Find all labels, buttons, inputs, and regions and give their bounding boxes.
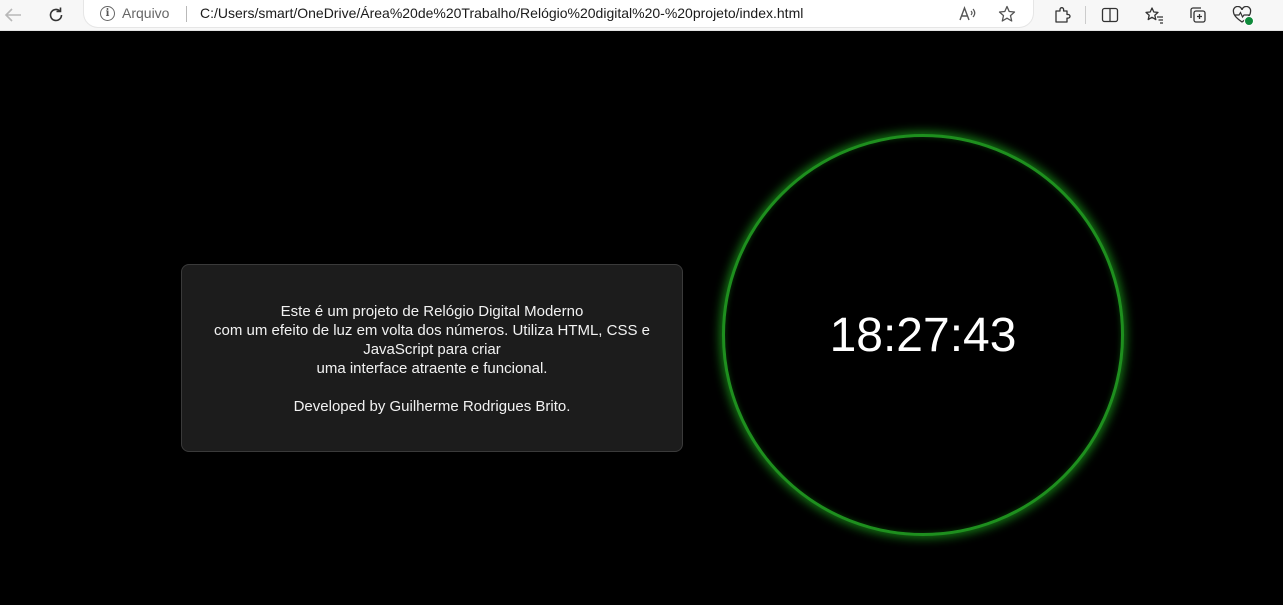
- project-description-card: Este é um projeto de Relógio Digital Mod…: [181, 264, 683, 452]
- site-info-label: Arquivo: [122, 5, 170, 21]
- status-badge: [1244, 16, 1254, 26]
- back-arrow-icon[interactable]: [0, 3, 26, 27]
- description-line: JavaScript para criar: [363, 341, 501, 358]
- clock-glow-ring: 18:27:43: [722, 134, 1124, 536]
- refresh-icon[interactable]: [43, 3, 69, 27]
- address-separator: [186, 6, 187, 22]
- extensions-icon[interactable]: [1049, 3, 1075, 27]
- description-line: com um efeito de luz em volta dos número…: [214, 322, 650, 339]
- developer-credit: Developed by Guilherme Rodrigues Brito.: [293, 398, 571, 415]
- site-info-button[interactable]: i Arquivo: [100, 4, 169, 22]
- description-line: uma interface atraente e funcional.: [316, 360, 548, 377]
- favorites-icon[interactable]: [1141, 3, 1167, 27]
- favorite-star-icon[interactable]: [996, 3, 1018, 25]
- toolbar-divider: [1085, 6, 1086, 24]
- description-line: Este é um projeto de Relógio Digital Mod…: [280, 303, 584, 320]
- info-icon: i: [100, 5, 115, 21]
- url-text[interactable]: C:/Users/smart/OneDrive/Área%20de%20Trab…: [200, 5, 803, 21]
- digital-clock-time: 18:27:43: [829, 308, 1017, 362]
- browser-essentials-icon[interactable]: [1229, 3, 1255, 27]
- collections-icon[interactable]: [1185, 3, 1211, 27]
- split-screen-icon[interactable]: [1097, 3, 1123, 27]
- read-aloud-icon[interactable]: [957, 3, 979, 25]
- address-bar[interactable]: i Arquivo C:/Users/smart/OneDrive/Área%2…: [84, 0, 1033, 27]
- browser-toolbar: i Arquivo C:/Users/smart/OneDrive/Área%2…: [0, 0, 1283, 31]
